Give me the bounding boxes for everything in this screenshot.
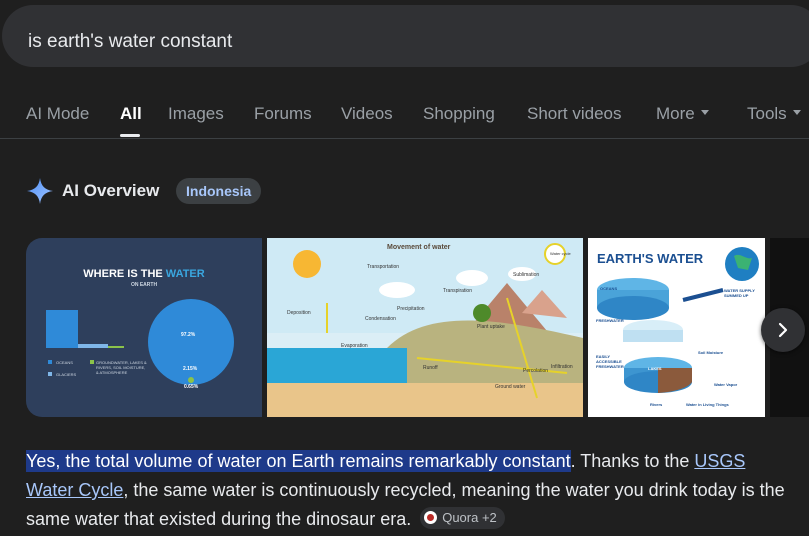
label-transportation: Transportation	[367, 264, 400, 270]
card2-title: Movement of water	[387, 244, 451, 251]
image-card-water-distribution[interactable]: WHERE IS THE WATER ON EARTH OCEANS GLACI…	[26, 238, 262, 417]
legend-glaciers: GLACIERS	[56, 372, 77, 377]
label-percolation: Percolation	[523, 368, 549, 374]
tabs-divider	[0, 138, 809, 139]
location-chip[interactable]: Indonesia	[176, 178, 262, 204]
label-ground-water: Ground water	[495, 384, 526, 390]
label-transpiration: Transpiration	[443, 288, 472, 294]
label-precipitation: Precipitation	[397, 306, 425, 312]
image-card-water-cycle[interactable]: Movement of water Transportation Deposit…	[267, 238, 583, 417]
label-plant-uptake: Plant uptake	[477, 324, 505, 330]
answer-text-2: , the same water is continuously recycle…	[26, 480, 785, 529]
label-evaporation: Evaporation	[341, 343, 368, 349]
label-runoff: Runoff	[423, 365, 438, 371]
label-water-cycle: Water cycle	[550, 251, 571, 256]
tab-shopping[interactable]: Shopping	[423, 104, 495, 124]
active-tab-indicator	[120, 134, 140, 137]
tab-tools-label: Tools	[747, 104, 787, 123]
tab-images[interactable]: Images	[168, 104, 224, 124]
label-water-supply: WATER SUPPLY SUMMED UP	[724, 288, 755, 298]
label-infiltration: Infiltration	[551, 364, 573, 370]
card3-graphic	[597, 247, 759, 393]
tab-forums[interactable]: Forums	[254, 104, 312, 124]
source-chip[interactable]: Quora +2	[420, 507, 505, 530]
ai-overview-title: AI Overview	[62, 181, 160, 200]
card1-graphic	[46, 299, 234, 385]
label-oceans: OCEANS	[600, 286, 618, 291]
search-input[interactable]: is earth's water constant	[28, 31, 232, 53]
legend-other: GROUNDWATER, LAKES & RIVERS, SOIL MOISTU…	[96, 360, 147, 375]
legend-oceans: OCEANS	[56, 360, 73, 365]
tab-videos[interactable]: Videos	[341, 104, 393, 124]
tab-tools[interactable]: Tools	[747, 104, 801, 124]
tab-all[interactable]: All	[120, 104, 142, 124]
label-freshwater: FRESHWATER	[596, 318, 624, 323]
label-easily-accessible: EASILY ACCESSIBLE FRESHWATER	[596, 354, 624, 369]
pct-other: 0.65%	[184, 384, 199, 390]
pct-glaciers: 2.15%	[183, 366, 198, 372]
label-living-things: Water in Living Things	[686, 402, 729, 407]
sparkle-icon	[27, 178, 53, 204]
search-bar[interactable]: is earth's water constant	[2, 5, 809, 67]
source-chip-label: Quora +2	[442, 510, 497, 526]
tab-more-label: More	[656, 104, 695, 123]
tab-ai-mode[interactable]: AI Mode	[26, 104, 89, 124]
label-sublimation: Sublimation	[513, 272, 540, 278]
label-condensation: Condensation	[365, 316, 396, 322]
tab-more[interactable]: More	[656, 104, 709, 124]
ai-overview-answer: Yes, the total volume of water on Earth …	[26, 447, 796, 534]
label-rivers: Rivers	[650, 402, 663, 407]
answer-highlight: Yes, the total volume of water on Earth …	[26, 450, 571, 472]
chevron-right-icon	[778, 322, 788, 338]
label-deposition: Deposition	[287, 310, 311, 316]
quora-icon	[424, 511, 438, 525]
image-card-earths-water[interactable]: EARTH'S WATER OCEANS FRESHWATER EASILY A…	[588, 238, 765, 417]
label-soil-moisture: Soil Moisture	[698, 350, 724, 355]
tab-short-videos[interactable]: Short videos	[527, 104, 622, 124]
chevron-down-icon	[792, 110, 801, 116]
pct-oceans: 97.2%	[181, 332, 196, 338]
label-lakes: LAKES	[648, 366, 662, 371]
label-water-vapor: Water Vapor	[714, 382, 738, 387]
chevron-down-icon	[700, 110, 709, 116]
card2-graphic	[267, 238, 583, 417]
carousel-next-button[interactable]	[761, 308, 805, 352]
answer-text-1: . Thanks to the	[570, 451, 695, 471]
